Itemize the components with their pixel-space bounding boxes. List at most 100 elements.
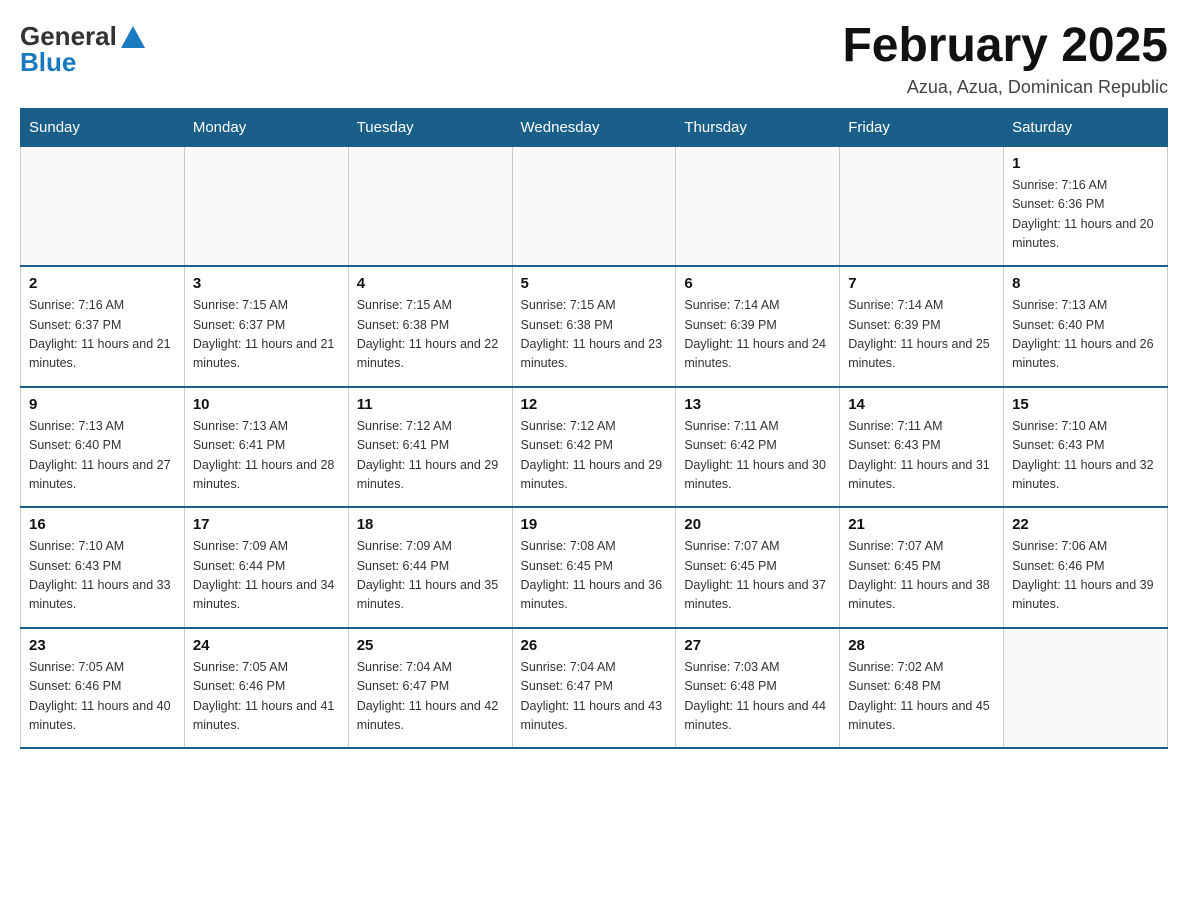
calendar-day-cell: 11Sunrise: 7:12 AMSunset: 6:41 PMDayligh… (348, 387, 512, 508)
calendar-day-cell: 7 Sunrise: 7:14 AMSunset: 6:39 PMDaylight… (840, 266, 1004, 387)
day-info: Sunrise: 7:07 AMSunset: 6:45 PMDaylight:… (684, 537, 831, 615)
day-info: Sunrise: 7:11 AMSunset: 6:43 PMDaylight:… (848, 417, 995, 495)
day-number: 25 (357, 637, 504, 654)
day-info: Sunrise: 7:07 AMSunset: 6:45 PMDaylight:… (848, 537, 995, 615)
calendar-day-cell: 14 Sunrise: 7:11 AMSunset: 6:43 PMDayligh… (840, 387, 1004, 508)
calendar-day-cell: 19 Sunrise: 7:08 AMSunset: 6:45 PMDayligh… (512, 507, 676, 628)
calendar-week-row: 16 Sunrise: 7:10 AMSunset: 6:43 PMDayligh… (21, 507, 1168, 628)
day-number: 5 (521, 275, 668, 292)
logo-bottom-line: Blue (20, 48, 76, 77)
location: Azua, Azua, Dominican Republic (842, 77, 1168, 98)
day-number: 13 (684, 396, 831, 413)
day-number: 16 (29, 516, 176, 533)
day-info: Sunrise: 7:15 AMSunset: 6:38 PMDaylight:… (357, 296, 504, 374)
calendar-table: SundayMondayTuesdayWednesdayThursdayFrid… (20, 108, 1168, 750)
day-number: 7 (848, 275, 995, 292)
day-info: Sunrise: 7:05 AMSunset: 6:46 PMDaylight:… (193, 658, 340, 736)
day-info: Sunrise: 7:14 AMSunset: 6:39 PMDaylight:… (848, 296, 995, 374)
day-number: 27 (684, 637, 831, 654)
day-info: Sunrise: 7:02 AMSunset: 6:48 PMDaylight:… (848, 658, 995, 736)
calendar-day-cell: 4 Sunrise: 7:15 AMSunset: 6:38 PMDaylight… (348, 266, 512, 387)
day-number: 9 (29, 396, 176, 413)
day-info: Sunrise: 7:09 AMSunset: 6:44 PMDaylight:… (357, 537, 504, 615)
day-info: Sunrise: 7:12 AMSunset: 6:42 PMDaylight:… (521, 417, 668, 495)
calendar-day-cell: 28 Sunrise: 7:02 AMSunset: 6:48 PMDayligh… (840, 628, 1004, 749)
calendar-week-row: 1 Sunrise: 7:16 AMSunset: 6:36 PMDaylight… (21, 146, 1168, 266)
calendar-day-cell: 10 Sunrise: 7:13 AMSunset: 6:41 PMDayligh… (184, 387, 348, 508)
calendar-day-cell: 20Sunrise: 7:07 AMSunset: 6:45 PMDayligh… (676, 507, 840, 628)
day-info: Sunrise: 7:12 AMSunset: 6:41 PMDaylight:… (357, 417, 504, 495)
calendar-day-cell: 26 Sunrise: 7:04 AMSunset: 6:47 PMDayligh… (512, 628, 676, 749)
calendar-day-cell (676, 146, 840, 266)
weekday-header: Friday (840, 108, 1004, 146)
day-number: 21 (848, 516, 995, 533)
day-info: Sunrise: 7:13 AMSunset: 6:40 PMDaylight:… (1012, 296, 1159, 374)
day-number: 18 (357, 516, 504, 533)
day-info: Sunrise: 7:14 AMSunset: 6:39 PMDaylight:… (684, 296, 831, 374)
calendar-day-cell (1004, 628, 1168, 749)
calendar-week-row: 2 Sunrise: 7:16 AMSunset: 6:37 PMDaylight… (21, 266, 1168, 387)
calendar-day-cell (512, 146, 676, 266)
calendar-day-cell: 16 Sunrise: 7:10 AMSunset: 6:43 PMDayligh… (21, 507, 185, 628)
calendar-day-cell: 1 Sunrise: 7:16 AMSunset: 6:36 PMDaylight… (1004, 146, 1168, 266)
day-info: Sunrise: 7:16 AMSunset: 6:36 PMDaylight:… (1012, 176, 1159, 254)
day-info: Sunrise: 7:03 AMSunset: 6:48 PMDaylight:… (684, 658, 831, 736)
calendar-day-cell: 21 Sunrise: 7:07 AMSunset: 6:45 PMDayligh… (840, 507, 1004, 628)
day-number: 3 (193, 275, 340, 292)
calendar-day-cell: 6 Sunrise: 7:14 AMSunset: 6:39 PMDaylight… (676, 266, 840, 387)
calendar-day-cell: 2 Sunrise: 7:16 AMSunset: 6:37 PMDaylight… (21, 266, 185, 387)
day-number: 22 (1012, 516, 1159, 533)
logo-triangle-icon (117, 20, 149, 52)
day-number: 4 (357, 275, 504, 292)
day-info: Sunrise: 7:10 AMSunset: 6:43 PMDaylight:… (29, 537, 176, 615)
day-number: 28 (848, 637, 995, 654)
calendar-day-cell: 25 Sunrise: 7:04 AMSunset: 6:47 PMDayligh… (348, 628, 512, 749)
calendar-day-cell (348, 146, 512, 266)
day-number: 10 (193, 396, 340, 413)
day-info: Sunrise: 7:16 AMSunset: 6:37 PMDaylight:… (29, 296, 176, 374)
calendar-day-cell: 3 Sunrise: 7:15 AMSunset: 6:37 PMDaylight… (184, 266, 348, 387)
weekday-header: Tuesday (348, 108, 512, 146)
calendar-day-cell (21, 146, 185, 266)
day-number: 1 (1012, 155, 1159, 172)
day-info: Sunrise: 7:13 AMSunset: 6:41 PMDaylight:… (193, 417, 340, 495)
weekday-header: Thursday (676, 108, 840, 146)
calendar-day-cell (840, 146, 1004, 266)
logo-general-text: General (20, 22, 117, 51)
day-info: Sunrise: 7:15 AMSunset: 6:37 PMDaylight:… (193, 296, 340, 374)
day-info: Sunrise: 7:04 AMSunset: 6:47 PMDaylight:… (521, 658, 668, 736)
calendar-week-row: 23 Sunrise: 7:05 AMSunset: 6:46 PMDayligh… (21, 628, 1168, 749)
page-header: General Blue February 2025 Azua, Azua, D… (20, 20, 1168, 98)
day-number: 17 (193, 516, 340, 533)
logo-blue-text: Blue (20, 47, 76, 77)
day-info: Sunrise: 7:05 AMSunset: 6:46 PMDaylight:… (29, 658, 176, 736)
day-number: 23 (29, 637, 176, 654)
calendar-day-cell: 18 Sunrise: 7:09 AMSunset: 6:44 PMDayligh… (348, 507, 512, 628)
calendar-day-cell: 13 Sunrise: 7:11 AMSunset: 6:42 PMDayligh… (676, 387, 840, 508)
calendar-header-row: SundayMondayTuesdayWednesdayThursdayFrid… (21, 108, 1168, 146)
weekday-header: Monday (184, 108, 348, 146)
day-number: 19 (521, 516, 668, 533)
day-number: 26 (521, 637, 668, 654)
day-info: Sunrise: 7:15 AMSunset: 6:38 PMDaylight:… (521, 296, 668, 374)
calendar-week-row: 9 Sunrise: 7:13 AMSunset: 6:40 PMDaylight… (21, 387, 1168, 508)
day-info: Sunrise: 7:08 AMSunset: 6:45 PMDaylight:… (521, 537, 668, 615)
weekday-header: Wednesday (512, 108, 676, 146)
day-info: Sunrise: 7:11 AMSunset: 6:42 PMDaylight:… (684, 417, 831, 495)
day-number: 14 (848, 396, 995, 413)
weekday-header: Sunday (21, 108, 185, 146)
day-number: 12 (521, 396, 668, 413)
day-info: Sunrise: 7:09 AMSunset: 6:44 PMDaylight:… (193, 537, 340, 615)
day-info: Sunrise: 7:10 AMSunset: 6:43 PMDaylight:… (1012, 417, 1159, 495)
day-info: Sunrise: 7:13 AMSunset: 6:40 PMDaylight:… (29, 417, 176, 495)
calendar-day-cell: 22Sunrise: 7:06 AMSunset: 6:46 PMDayligh… (1004, 507, 1168, 628)
day-number: 2 (29, 275, 176, 292)
calendar-day-cell: 15Sunrise: 7:10 AMSunset: 6:43 PMDayligh… (1004, 387, 1168, 508)
calendar-day-cell (184, 146, 348, 266)
day-number: 6 (684, 275, 831, 292)
calendar-day-cell: 17 Sunrise: 7:09 AMSunset: 6:44 PMDayligh… (184, 507, 348, 628)
day-number: 8 (1012, 275, 1159, 292)
calendar-day-cell: 27 Sunrise: 7:03 AMSunset: 6:48 PMDayligh… (676, 628, 840, 749)
day-info: Sunrise: 7:04 AMSunset: 6:47 PMDaylight:… (357, 658, 504, 736)
day-number: 24 (193, 637, 340, 654)
